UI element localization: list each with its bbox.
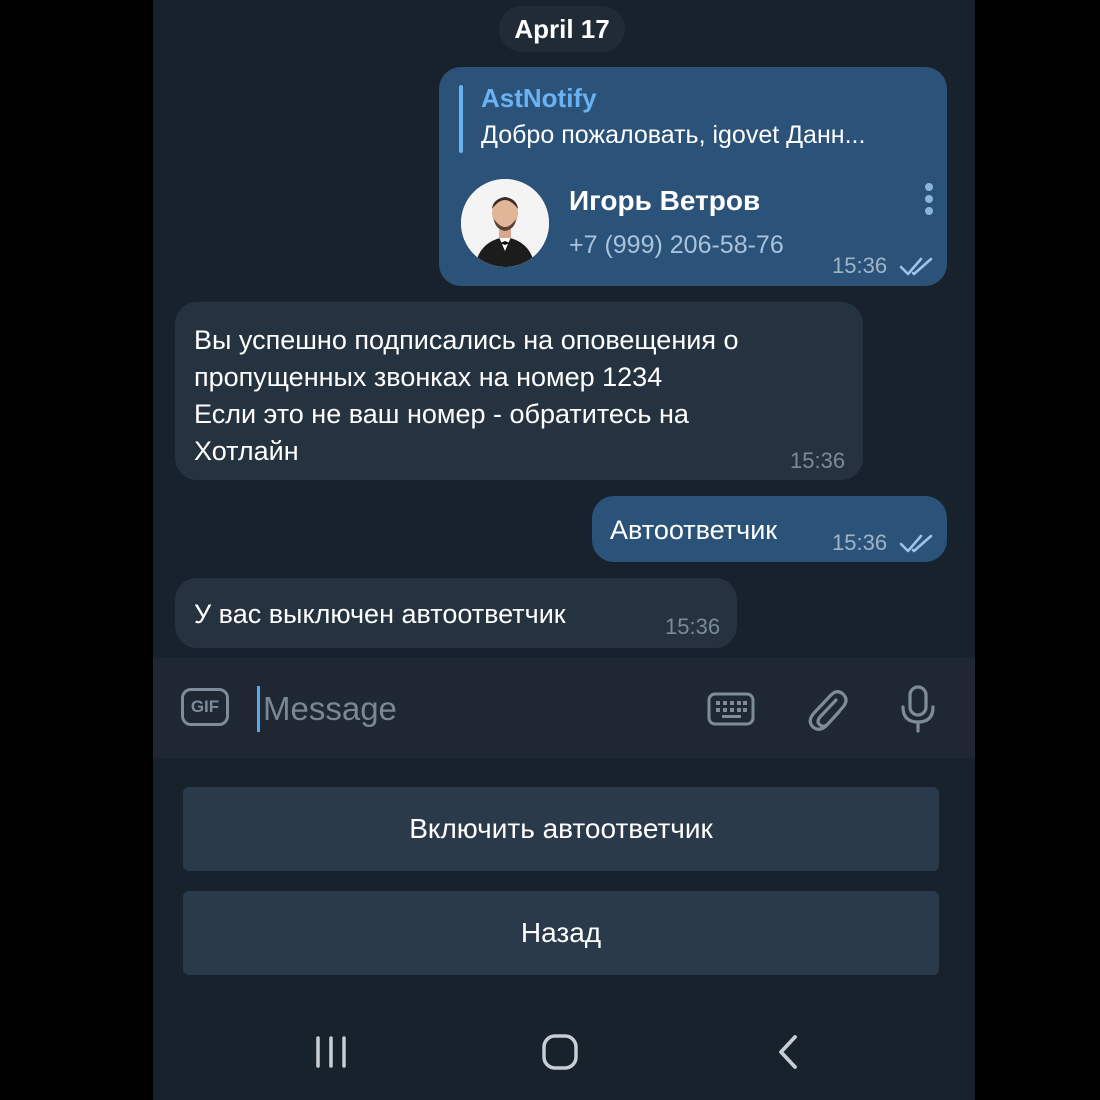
message-time: 15:36 — [832, 530, 888, 555]
message-outgoing[interactable]: Автоответчик 15:36 — [592, 496, 947, 562]
read-check-icon — [899, 257, 933, 276]
contact-phone[interactable]: +7 (999) 206-58-76 — [569, 231, 784, 260]
message-line: пропущенных звонках на номер 1234 — [194, 362, 663, 392]
system-navbar — [153, 1004, 975, 1100]
gif-icon[interactable]: GIF — [181, 688, 229, 726]
enable-autoresponder-button[interactable]: Включить автоответчик — [183, 787, 939, 871]
chat-screen: April 17 AstNotify Добро пожаловать, igo… — [153, 0, 975, 1100]
message-text: Автоответчик — [610, 515, 778, 545]
keyboard-icon[interactable] — [706, 684, 756, 734]
message-time: 15:36 — [832, 253, 888, 278]
more-options-icon[interactable] — [925, 183, 933, 219]
message-input[interactable] — [263, 684, 563, 734]
contact-avatar[interactable] — [461, 179, 549, 267]
back-icon[interactable] — [768, 1032, 808, 1072]
reply-sender[interactable]: AstNotify — [481, 83, 597, 114]
message-line: Вы успешно подписались на оповещения о — [194, 325, 739, 355]
message-contact[interactable]: AstNotify Добро пожаловать, igovet Данн.… — [439, 67, 947, 286]
back-button[interactable]: Назад — [183, 891, 939, 975]
text-cursor — [257, 686, 260, 732]
message-time: 15:36 — [790, 448, 846, 473]
message-line: Если это не ваш номер - обратитесь на — [194, 399, 689, 429]
message-incoming[interactable]: У вас выключен автоответчик 15:36 — [175, 578, 737, 648]
contact-name[interactable]: Игорь Ветров — [569, 185, 760, 217]
attach-icon[interactable] — [801, 684, 851, 734]
recent-apps-icon[interactable] — [311, 1032, 351, 1072]
read-check-icon — [899, 534, 933, 553]
bot-keyboard: Включить автоответчик Назад — [153, 758, 975, 1004]
date-badge: April 17 — [499, 6, 625, 52]
message-time: 15:36 — [665, 614, 721, 639]
message-text: У вас выключен автоответчик — [194, 599, 566, 629]
message-composer: GIF — [153, 658, 975, 758]
message-line: Хотлайн — [194, 436, 299, 466]
microphone-icon[interactable] — [893, 684, 943, 734]
home-icon[interactable] — [540, 1032, 580, 1072]
message-incoming[interactable]: Вы успешно подписались на оповещения о п… — [175, 302, 863, 480]
reply-preview[interactable]: Добро пожаловать, igovet Данн... — [481, 121, 865, 150]
reply-bar — [459, 85, 463, 153]
